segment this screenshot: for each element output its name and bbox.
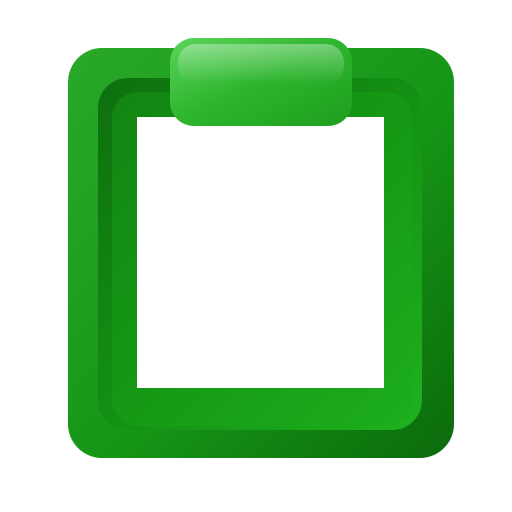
icon-canvas xyxy=(0,0,512,512)
paper-sheet xyxy=(137,117,384,388)
clipboard-icon xyxy=(68,38,454,458)
clip-shine xyxy=(178,44,344,84)
